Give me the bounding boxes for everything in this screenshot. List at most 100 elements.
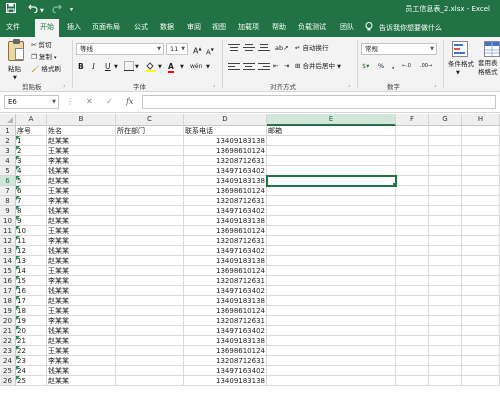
- cell-seq[interactable]: 19: [16, 316, 47, 326]
- cell-phone[interactable]: 13698610124: [184, 306, 267, 316]
- font-color-dropdown-icon[interactable]: ▼: [180, 61, 184, 73]
- cell-seq[interactable]: 25: [16, 376, 47, 386]
- empty-cell[interactable]: [429, 146, 462, 156]
- cell-name[interactable]: 赵某某: [47, 376, 116, 386]
- empty-cell[interactable]: [429, 296, 462, 306]
- header-cell-phone[interactable]: 联系电话: [184, 126, 267, 136]
- cell-seq[interactable]: 20: [16, 326, 47, 336]
- cell-dept[interactable]: [116, 326, 184, 336]
- empty-cell[interactable]: [462, 236, 500, 246]
- empty-cell[interactable]: [429, 206, 462, 216]
- cell-name[interactable]: 王某某: [47, 146, 116, 156]
- paste-icon[interactable]: [8, 39, 24, 61]
- empty-cell[interactable]: [462, 356, 500, 366]
- cell-phone[interactable]: 13208712631: [184, 276, 267, 286]
- cell-dept[interactable]: [116, 366, 184, 376]
- phonetic-button[interactable]: wén: [190, 61, 202, 73]
- increase-decimal-icon[interactable]: ←.0: [402, 61, 411, 71]
- enter-icon[interactable]: ✓: [106, 96, 113, 108]
- empty-cell[interactable]: [462, 146, 500, 156]
- cell-email[interactable]: [267, 316, 396, 326]
- cell-dept[interactable]: [116, 226, 184, 236]
- cell-seq[interactable]: 7: [16, 196, 47, 206]
- cancel-icon[interactable]: ✕: [86, 96, 93, 108]
- cell-email[interactable]: [267, 246, 396, 256]
- empty-cell[interactable]: [429, 126, 462, 136]
- cell-email[interactable]: [267, 136, 396, 146]
- row-header[interactable]: 3: [0, 146, 16, 156]
- cell-dept[interactable]: [116, 356, 184, 366]
- cell-dept[interactable]: [116, 166, 184, 176]
- cell-name[interactable]: 李某某: [47, 196, 116, 206]
- empty-cell[interactable]: [396, 196, 429, 206]
- empty-cell[interactable]: [396, 166, 429, 176]
- tell-me-box[interactable]: 告诉我你想要做什么: [365, 22, 442, 34]
- empty-cell[interactable]: [462, 206, 500, 216]
- cell-dept[interactable]: [116, 236, 184, 246]
- undo-dropdown-icon[interactable]: ▼: [40, 5, 44, 17]
- cell-name[interactable]: 钱某某: [47, 206, 116, 216]
- cell-phone[interactable]: 13409183138: [184, 216, 267, 226]
- empty-cell[interactable]: [429, 266, 462, 276]
- cell-email[interactable]: [267, 186, 396, 196]
- cell-email[interactable]: [267, 286, 396, 296]
- empty-cell[interactable]: [462, 246, 500, 256]
- empty-cell[interactable]: [462, 336, 500, 346]
- underline-button[interactable]: U: [105, 61, 111, 73]
- cell-name[interactable]: 李某某: [47, 276, 116, 286]
- tab-data[interactable]: 数据: [160, 22, 174, 33]
- cell-phone[interactable]: 13208712631: [184, 356, 267, 366]
- empty-cell[interactable]: [396, 126, 429, 136]
- row-header[interactable]: 23: [0, 346, 16, 356]
- row-header[interactable]: 14: [0, 256, 16, 266]
- cell-phone[interactable]: 13409183138: [184, 136, 267, 146]
- cell-phone[interactable]: 13208712631: [184, 316, 267, 326]
- empty-cell[interactable]: [396, 286, 429, 296]
- empty-cell[interactable]: [396, 296, 429, 306]
- empty-cell[interactable]: [429, 186, 462, 196]
- cell-name[interactable]: 李某某: [47, 316, 116, 326]
- row-header[interactable]: 22: [0, 336, 16, 346]
- cell-email[interactable]: [267, 296, 396, 306]
- cell-seq[interactable]: 3: [16, 156, 47, 166]
- row-header[interactable]: 21: [0, 326, 16, 336]
- cell-email[interactable]: [267, 156, 396, 166]
- cell-seq[interactable]: 22: [16, 346, 47, 356]
- row-header[interactable]: 25: [0, 366, 16, 376]
- empty-cell[interactable]: [462, 166, 500, 176]
- increase-indent-icon[interactable]: ⇥: [284, 61, 289, 71]
- row-header[interactable]: 5: [0, 166, 16, 176]
- empty-cell[interactable]: [462, 196, 500, 206]
- paste-dropdown-icon[interactable]: ▼: [13, 73, 17, 83]
- cell-dept[interactable]: [116, 156, 184, 166]
- cell-phone[interactable]: 13409183138: [184, 336, 267, 346]
- row-header[interactable]: 18: [0, 296, 16, 306]
- cell-email[interactable]: [267, 366, 396, 376]
- cell-name[interactable]: 赵某某: [47, 336, 116, 346]
- empty-cell[interactable]: [429, 156, 462, 166]
- wrap-text-button[interactable]: ↵ 自动换行: [295, 43, 329, 53]
- cell-email[interactable]: [267, 336, 396, 346]
- cell-email[interactable]: [267, 266, 396, 276]
- row-header[interactable]: 1: [0, 126, 16, 136]
- empty-cell[interactable]: [396, 176, 429, 186]
- cell-seq[interactable]: 18: [16, 306, 47, 316]
- cell-email[interactable]: [267, 216, 396, 226]
- empty-cell[interactable]: [396, 326, 429, 336]
- cell-seq[interactable]: 16: [16, 286, 47, 296]
- row-header[interactable]: 13: [0, 246, 16, 256]
- cell-seq[interactable]: 23: [16, 356, 47, 366]
- empty-cell[interactable]: [462, 296, 500, 306]
- column-header-c[interactable]: C: [116, 114, 184, 126]
- redo-icon[interactable]: [52, 3, 62, 17]
- cell-seq[interactable]: 13: [16, 256, 47, 266]
- cell-dept[interactable]: [116, 186, 184, 196]
- empty-cell[interactable]: [462, 316, 500, 326]
- empty-cell[interactable]: [396, 336, 429, 346]
- column-header-e[interactable]: E: [267, 114, 396, 126]
- cell-dept[interactable]: [116, 216, 184, 226]
- conditional-formatting-icon[interactable]: [452, 41, 468, 60]
- cell-name[interactable]: 王某某: [47, 226, 116, 236]
- cell-seq[interactable]: 5: [16, 176, 47, 186]
- underline-dropdown-icon[interactable]: ▼: [114, 61, 118, 73]
